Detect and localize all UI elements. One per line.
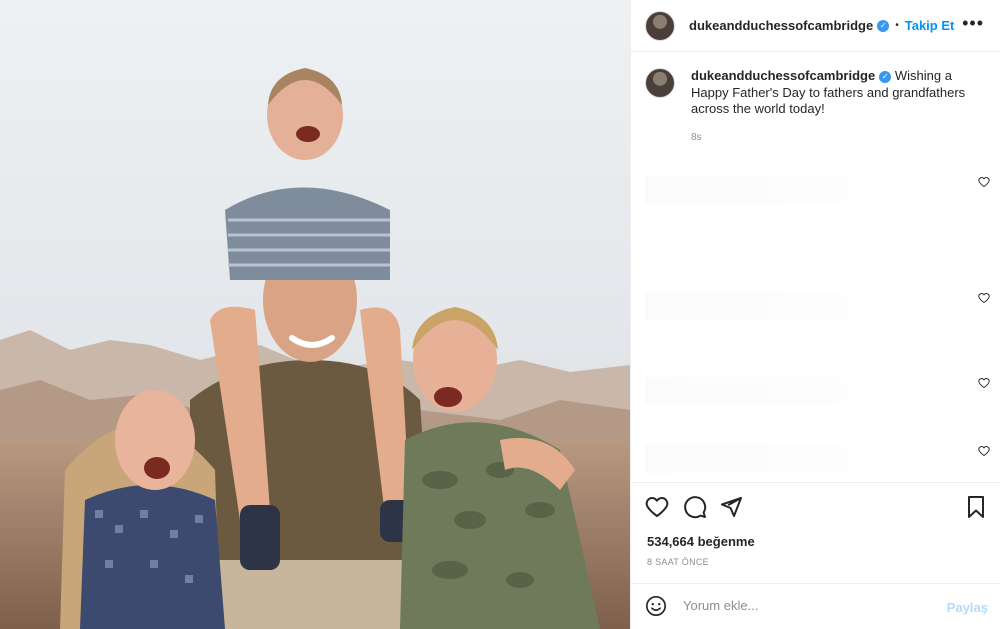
caption-body: dukeandduchessofcambridge ✓ Wishing a Hap… [691, 68, 971, 146]
avatar[interactable] [645, 10, 675, 41]
posted-time[interactable]: 8 SAAT ÖNCE [647, 557, 709, 567]
post-header: dukeandduchessofcambridge ✓ • Takip Et •… [631, 0, 1000, 52]
comment-row [645, 371, 990, 411]
caption-avatar[interactable] [645, 68, 675, 98]
likes-count[interactable]: 534,664 beğenme [647, 534, 755, 549]
comment-input[interactable] [683, 598, 933, 613]
follow-button[interactable]: Takip Et [905, 18, 955, 33]
action-bar [631, 482, 1000, 530]
heart-icon[interactable] [978, 292, 990, 304]
heart-icon[interactable] [978, 377, 990, 389]
more-options-icon[interactable]: ••• [962, 14, 984, 32]
comment-icon[interactable] [683, 495, 707, 519]
instagram-post: dukeandduchessofcambridge ✓ • Takip Et •… [0, 0, 1000, 629]
emoji-icon[interactable] [645, 595, 667, 617]
heart-icon[interactable] [645, 495, 669, 519]
heart-icon[interactable] [978, 445, 990, 457]
comment-row [645, 170, 990, 210]
separator-dot: • [895, 20, 899, 31]
comment-row [645, 439, 990, 479]
comment-placeholder [645, 377, 965, 405]
heart-icon[interactable] [978, 176, 990, 188]
comment-box: Paylaş [631, 583, 1000, 629]
comment-row [645, 286, 990, 326]
caption-username[interactable]: dukeandduchessofcambridge [691, 68, 875, 83]
share-button[interactable]: Paylaş [947, 600, 988, 615]
post-sidebar: dukeandduchessofcambridge ✓ • Takip Et •… [630, 0, 1000, 629]
verified-badge-icon: ✓ [877, 19, 890, 32]
comment-placeholder [645, 445, 965, 473]
username-link[interactable]: dukeandduchessofcambridge [689, 18, 873, 33]
verified-badge-icon: ✓ [879, 70, 892, 83]
caption-time: 8s [691, 131, 702, 143]
post-caption: dukeandduchessofcambridge ✓ Wishing a Hap… [631, 52, 1000, 146]
comment-placeholder [645, 292, 965, 320]
send-icon[interactable] [719, 495, 743, 519]
comment-placeholder [645, 176, 965, 204]
post-photo[interactable] [0, 0, 630, 629]
bookmark-icon[interactable] [964, 495, 988, 519]
